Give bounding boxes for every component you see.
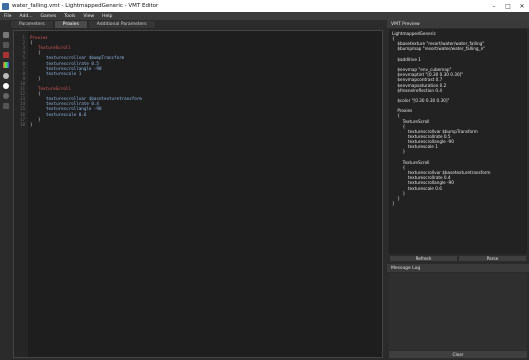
list-icon[interactable] (3, 103, 9, 109)
message-log-header: Message Log (387, 264, 529, 272)
editor-tabs: Parameters Proxies Additional Parameters (10, 20, 156, 29)
close-button[interactable]: ✕ (515, 0, 529, 12)
window-title: water_falling.vmt - LightmappedGeneric -… (12, 3, 159, 9)
code-text: } (38, 116, 41, 122)
menu-add[interactable]: Add... (16, 14, 37, 19)
preview-line: $additive 1 (392, 56, 421, 62)
menu-view[interactable]: View (79, 14, 98, 19)
refresh-button[interactable]: Refresh (389, 255, 458, 262)
code-editor[interactable]: 1 Proxies 2{3 TextureScroll 4{5 texturescroll… (13, 30, 383, 358)
minimize-button[interactable]: – (487, 0, 501, 12)
preview-line: } (392, 149, 406, 155)
side-toolbar (0, 29, 12, 129)
menu-bar: File Add... Games Tools View Help (0, 12, 529, 20)
pencil-icon[interactable] (3, 32, 9, 38)
palette-icon[interactable] (3, 62, 9, 68)
menu-file[interactable]: File (0, 14, 16, 19)
title-bar: water_falling.vmt - LightmappedGeneric -… (0, 0, 529, 12)
code-text: } (30, 121, 33, 127)
vmt-preview-text: LightmappedGeneric{ $basetexture "resort… (389, 29, 527, 254)
code-text: } (38, 75, 41, 81)
preview-line: $color "[0.30 0.30 0.30]" (392, 97, 450, 103)
code-text: texturescale 1 (46, 70, 82, 76)
circle-white-icon[interactable] (3, 83, 9, 89)
message-log (389, 273, 527, 350)
app-icon (2, 2, 9, 10)
preview-line: $bumpmap "resort/water/water_falling_n" (392, 46, 486, 52)
maximize-button[interactable]: □ (501, 0, 515, 12)
menu-help[interactable]: Help (98, 14, 116, 19)
preview-line: } (392, 200, 395, 206)
code-text: { (38, 91, 41, 97)
menu-games[interactable]: Games (37, 14, 61, 19)
vmt-preview-header: VMT Preview (387, 20, 529, 28)
tab-parameters[interactable]: Parameters (10, 20, 54, 29)
code-text: { (38, 50, 41, 56)
code-text: TextureScroll (38, 45, 71, 51)
menu-tools[interactable]: Tools (60, 14, 79, 19)
clear-button[interactable]: Clear (389, 351, 527, 358)
circle-dark-icon[interactable] (3, 93, 9, 99)
preview-line: $fresnelreflection 0.4 (392, 87, 442, 93)
tab-additional-parameters[interactable]: Additional Parameters (87, 20, 156, 29)
code-text: texturescale 0.6 (46, 111, 87, 117)
swatch-icon[interactable] (3, 42, 9, 48)
code-text: TextureScroll (38, 86, 71, 91)
circle-light-icon[interactable] (3, 73, 9, 79)
parse-button[interactable]: Parse (458, 255, 527, 262)
tab-proxies[interactable]: Proxies (53, 20, 88, 29)
line-number: 18 (19, 121, 25, 127)
right-panel: VMT Preview LightmappedGeneric{ $basetex… (387, 20, 529, 360)
preview-line: LightmappedGeneric (392, 31, 436, 36)
color-icon[interactable] (3, 52, 9, 58)
code-text: { (30, 40, 33, 46)
